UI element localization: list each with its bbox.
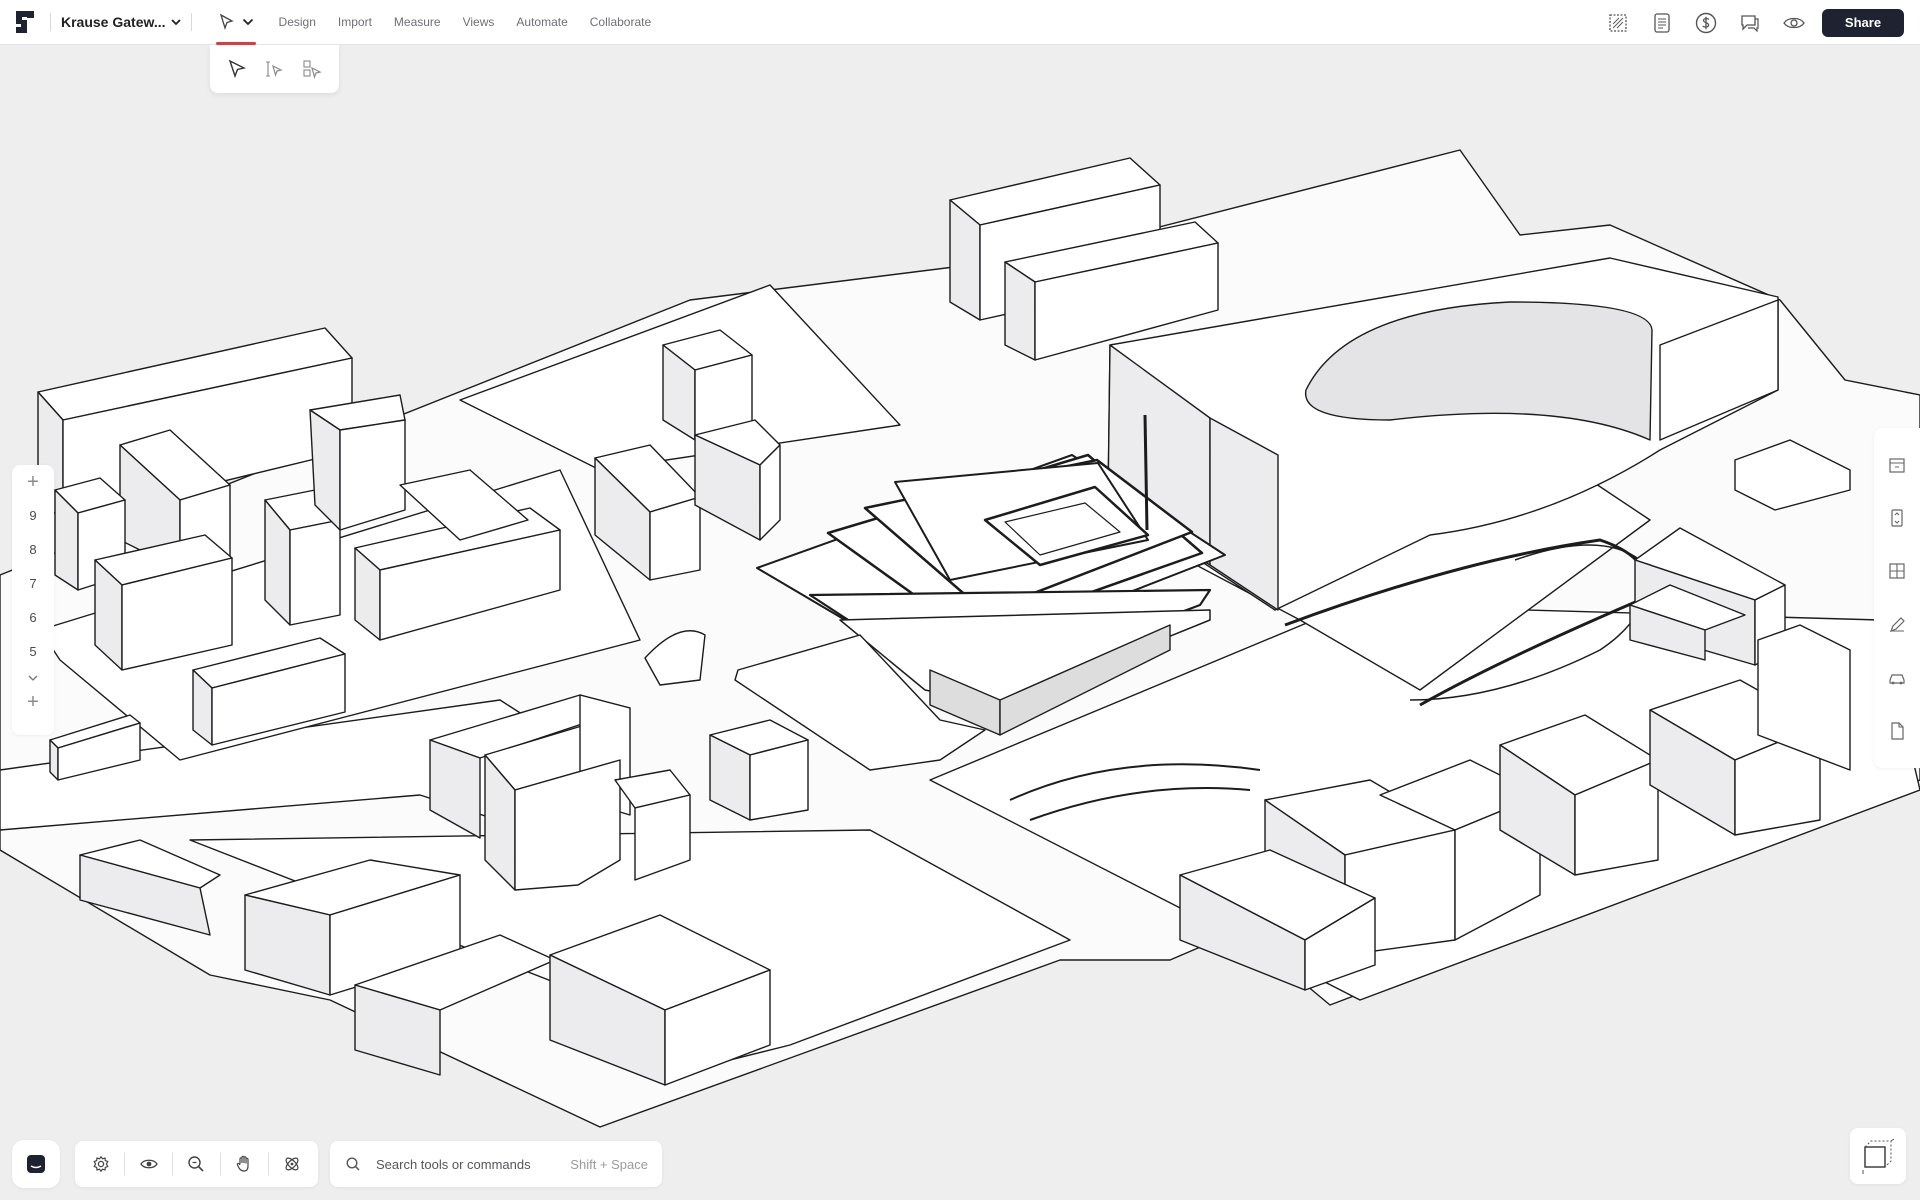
chevron-down-icon: [242, 18, 253, 26]
menu-automate[interactable]: Automate: [516, 15, 567, 29]
city-model-drawing: [0, 149, 1920, 1128]
menu-design[interactable]: Design: [279, 15, 316, 29]
select-submenu: [210, 45, 339, 93]
divider: [267, 1153, 269, 1175]
menu-views[interactable]: Views: [463, 15, 495, 29]
building-icon[interactable]: [1882, 450, 1912, 480]
divider: [50, 13, 51, 31]
level-5[interactable]: 5: [29, 635, 36, 669]
preview-eye-icon[interactable]: [1780, 9, 1808, 37]
menu-import[interactable]: Import: [338, 15, 372, 29]
divider: [190, 13, 192, 31]
level-panel: + 9 8 7 6 5 +: [12, 465, 54, 735]
pointer-select-icon[interactable]: [222, 54, 252, 84]
active-tool-indicator: [215, 41, 256, 45]
project-switcher[interactable]: Krause Gatew...: [61, 14, 181, 30]
app-logo-icon[interactable]: [10, 7, 40, 37]
search-icon: [344, 1155, 362, 1173]
divider: [219, 1153, 221, 1175]
view-toolbar: [75, 1141, 318, 1187]
level-9[interactable]: 9: [29, 499, 36, 533]
pointer-icon: [219, 13, 234, 31]
level-7[interactable]: 7: [29, 567, 36, 601]
area-icon[interactable]: [1604, 9, 1632, 37]
search-shortcut-hint: Shift + Space: [570, 1156, 648, 1172]
chevron-down-icon[interactable]: [27, 669, 39, 685]
document-icon[interactable]: [1882, 716, 1912, 746]
chat-icon: [27, 1155, 45, 1173]
level-select-icon[interactable]: [259, 54, 289, 84]
main-menu: Design Import Measure Views Automate Col…: [268, 15, 663, 29]
search-placeholder: Search tools or commands: [376, 1156, 531, 1172]
add-level-above-button[interactable]: +: [27, 465, 39, 499]
visibility-icon[interactable]: [129, 1144, 169, 1184]
share-button[interactable]: Share: [1822, 8, 1904, 37]
divider: [124, 1153, 126, 1175]
add-level-below-button[interactable]: +: [27, 685, 39, 719]
menu-collaborate[interactable]: Collaborate: [590, 15, 651, 29]
top-bar: Krause Gatew... Design Import Measure Vi…: [0, 0, 1920, 45]
pan-hand-icon[interactable]: [224, 1144, 264, 1184]
select-tool-dropdown[interactable]: [214, 0, 258, 45]
comments-icon[interactable]: [1736, 9, 1764, 37]
command-search[interactable]: Search tools or commands Shift + Space: [330, 1141, 662, 1187]
level-6[interactable]: 6: [29, 601, 36, 635]
project-name: Krause Gatew...: [61, 14, 166, 30]
elevator-icon[interactable]: [1882, 503, 1912, 533]
menu-measure[interactable]: Measure: [394, 15, 441, 29]
view-cube-icon: [1862, 1138, 1895, 1174]
divider: [172, 1153, 174, 1175]
orbit-icon[interactable]: [272, 1144, 312, 1184]
floor-plan-icon[interactable]: [1882, 556, 1912, 586]
level-8[interactable]: 8: [29, 533, 36, 567]
help-chat-button[interactable]: [12, 1140, 60, 1188]
box-select-icon[interactable]: [297, 54, 327, 84]
top-right-actions: Share: [1596, 0, 1904, 45]
right-tool-panel: [1874, 428, 1920, 768]
car-icon[interactable]: [1882, 663, 1912, 693]
pencil-icon[interactable]: [1882, 610, 1912, 640]
model-viewport[interactable]: [0, 46, 1920, 1200]
settings-icon[interactable]: [81, 1144, 121, 1184]
cost-icon[interactable]: [1692, 9, 1720, 37]
zoom-icon[interactable]: [176, 1144, 216, 1184]
view-cube-button[interactable]: [1850, 1128, 1906, 1184]
chevron-down-icon: [170, 18, 181, 25]
report-icon[interactable]: [1648, 9, 1676, 37]
